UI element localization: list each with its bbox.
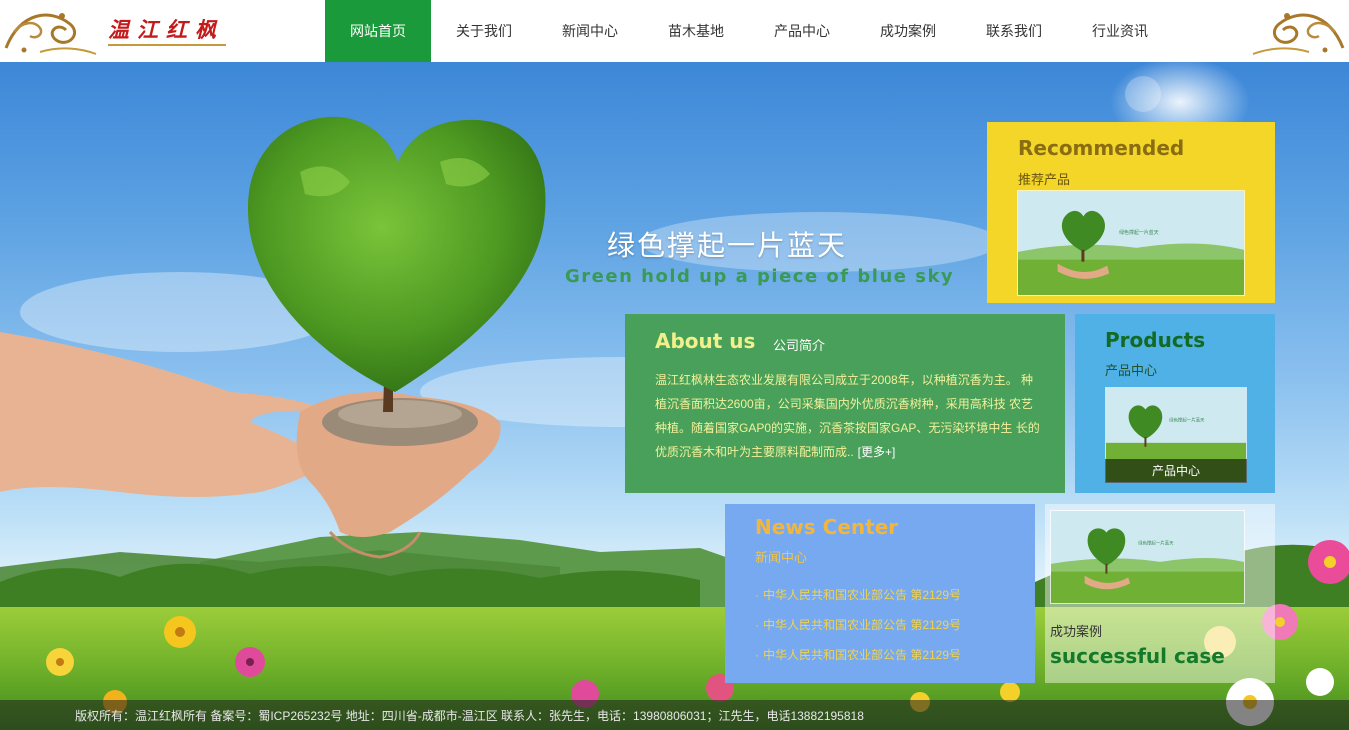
- recommended-panel[interactable]: Recommended 推荐产品 绿色撑起一片蓝天: [987, 122, 1275, 303]
- site-footer: 版权所有：温江红枫所有 备案号：蜀ICP265232号 地址：四川省-成都市-温…: [0, 700, 1349, 730]
- products-panel[interactable]: Products 产品中心 绿色撑起一片蓝天 产品中心: [1075, 314, 1275, 493]
- about-subtitle: 公司简介: [773, 338, 826, 353]
- nav-item-products[interactable]: 产品中心: [749, 0, 855, 62]
- hero-banner: 绿色撑起一片蓝天 Green hold up a piece of blue s…: [0, 62, 1349, 730]
- news-panel: News Center 新闻中心 中华人民共和国农业部公告 第2129号 中华人…: [725, 504, 1035, 683]
- cases-subtitle: 成功案例: [1050, 624, 1103, 639]
- recommended-subtitle: 推荐产品: [1018, 172, 1071, 187]
- cases-panel[interactable]: 绿色撑起一片蓝天 成功案例 successful case: [1045, 504, 1275, 683]
- nav-item-nursery[interactable]: 苗木基地: [643, 0, 749, 62]
- site-header: 温江红枫 网站首页 关于我们 新闻中心 苗木基地 产品中心 成功案例 联系我们 …: [0, 0, 1349, 62]
- recommended-title: Recommended: [1018, 136, 1185, 160]
- svg-text:绿色撑起一片蓝天: 绿色撑起一片蓝天: [1119, 229, 1159, 236]
- nav-item-contact[interactable]: 联系我们: [961, 0, 1067, 62]
- svg-text:绿色撑起一片蓝天: 绿色撑起一片蓝天: [1138, 539, 1174, 546]
- about-more-link[interactable]: [更多+]: [858, 445, 896, 459]
- products-subtitle: 产品中心: [1105, 363, 1158, 378]
- logo-text: 温江红枫: [108, 17, 224, 42]
- news-item[interactable]: 中华人民共和国农业部公告 第2129号: [755, 580, 961, 610]
- recommended-product-image[interactable]: 绿色撑起一片蓝天: [1017, 190, 1245, 296]
- cases-title: successful case: [1050, 644, 1225, 668]
- news-subtitle: 新闻中心: [755, 550, 808, 565]
- about-body-text: 温江红枫林生态农业发展有限公司成立于2008年，以种植沉香为主。 种植沉香面积达…: [655, 373, 1040, 459]
- nav-item-about[interactable]: 关于我们: [431, 0, 537, 62]
- products-image-caption: 产品中心: [1105, 459, 1247, 483]
- logo-underline: [108, 44, 226, 46]
- ornament-right-icon: [1252, 13, 1345, 55]
- nav-item-news[interactable]: 新闻中心: [537, 0, 643, 62]
- nav-item-cases[interactable]: 成功案例: [855, 0, 961, 62]
- news-item[interactable]: 中华人民共和国农业部公告 第2129号: [755, 640, 961, 670]
- news-item[interactable]: 中华人民共和国农业部公告 第2129号: [755, 610, 961, 640]
- hero-slogan-cn: 绿色撑起一片蓝天: [607, 230, 848, 261]
- news-title: News Center: [755, 515, 899, 539]
- nav-item-industry[interactable]: 行业资讯: [1067, 0, 1173, 62]
- logo[interactable]: 温江红枫: [108, 14, 226, 48]
- about-body: 温江红枫林生态农业发展有限公司成立于2008年，以种植沉香为主。 种植沉香面积达…: [655, 368, 1043, 464]
- footer-copyright: 版权所有：温江红枫所有 备案号：蜀ICP265232号 地址：四川省-成都市-温…: [75, 709, 864, 723]
- svg-text:绿色撑起一片蓝天: 绿色撑起一片蓝天: [1169, 416, 1205, 423]
- cases-image[interactable]: 绿色撑起一片蓝天: [1050, 510, 1245, 604]
- hero-slogan-en: Green hold up a piece of blue sky: [565, 266, 955, 287]
- about-title: About us: [655, 329, 756, 353]
- about-panel: About us 公司简介 温江红枫林生态农业发展有限公司成立于2008年，以种…: [625, 314, 1065, 493]
- products-title: Products: [1105, 328, 1206, 352]
- nav-item-home[interactable]: 网站首页: [325, 0, 431, 62]
- main-nav: 网站首页 关于我们 新闻中心 苗木基地 产品中心 成功案例 联系我们 行业资讯: [325, 0, 1173, 62]
- ornament-left-icon: [4, 13, 97, 55]
- news-list: 中华人民共和国农业部公告 第2129号 中华人民共和国农业部公告 第2129号 …: [755, 580, 961, 670]
